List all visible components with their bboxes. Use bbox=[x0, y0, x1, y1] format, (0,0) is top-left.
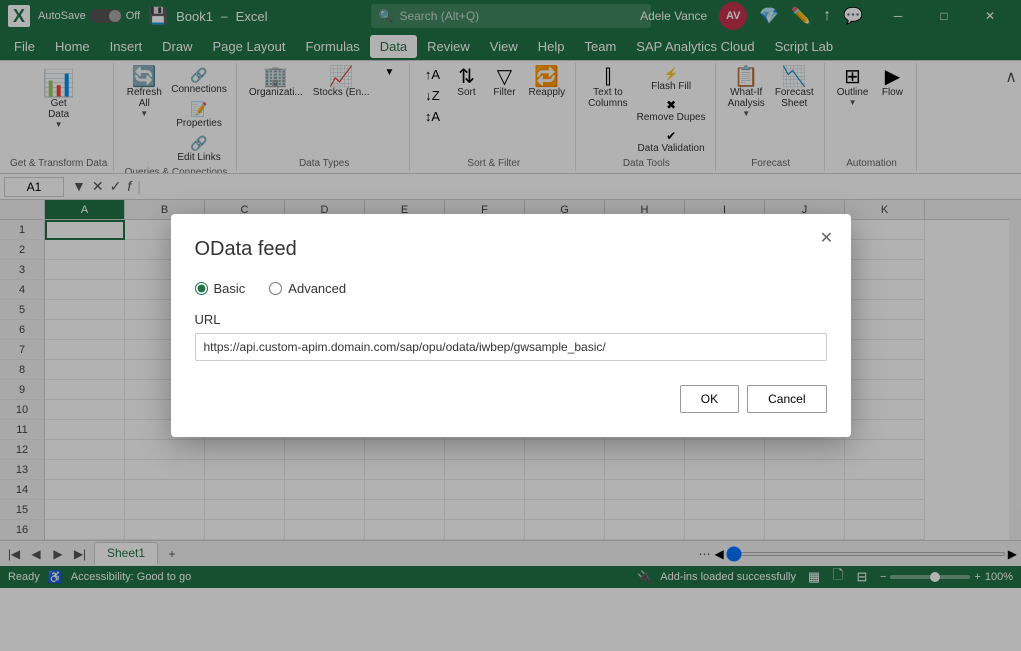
radio-advanced-option[interactable]: Advanced bbox=[269, 281, 346, 296]
dialog-title: OData feed bbox=[195, 238, 827, 261]
radio-group: Basic Advanced bbox=[195, 281, 827, 296]
cancel-button[interactable]: Cancel bbox=[747, 385, 826, 413]
radio-advanced-input[interactable] bbox=[269, 282, 282, 295]
ok-button[interactable]: OK bbox=[680, 385, 739, 413]
ok-label: OK bbox=[701, 392, 718, 406]
radio-basic-label: Basic bbox=[214, 281, 246, 296]
dialog-footer: OK Cancel bbox=[195, 385, 827, 413]
cancel-label: Cancel bbox=[768, 392, 805, 406]
dialog-close-button[interactable]: ✕ bbox=[815, 226, 839, 250]
radio-basic-option[interactable]: Basic bbox=[195, 281, 246, 296]
url-label: URL bbox=[195, 312, 827, 327]
radio-basic-input[interactable] bbox=[195, 282, 208, 295]
odata-dialog: ✕ OData feed Basic Advanced URL OK Cance… bbox=[171, 214, 851, 437]
dialog-overlay: ✕ OData feed Basic Advanced URL OK Cance… bbox=[0, 0, 1021, 651]
url-input[interactable] bbox=[195, 333, 827, 361]
radio-advanced-label: Advanced bbox=[288, 281, 346, 296]
